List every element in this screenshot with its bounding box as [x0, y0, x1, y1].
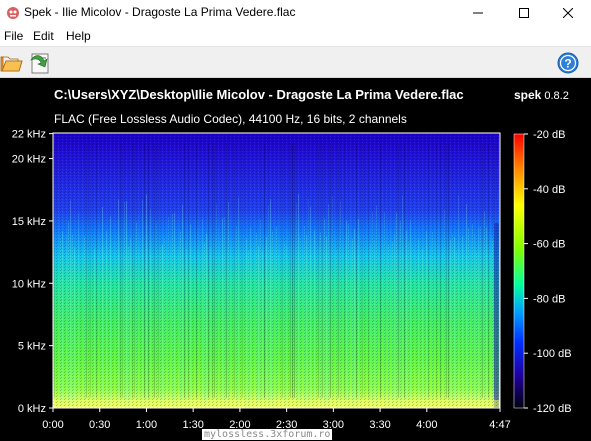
colorbar-tick-label: -100 dB: [533, 348, 572, 360]
colorbar-tick-label: -20 dB: [533, 129, 565, 141]
spectrogram-view[interactable]: 22 kHz 20 kHz 15 kHz 10 kHz 5 kHz 0 kHz 0:00 0…: [0, 0, 591, 441]
time-tick-label: 4:00: [416, 419, 437, 431]
freq-tick-label: 0 kHz: [18, 403, 46, 415]
watermark-text: mylossless.3xforum.ro: [202, 429, 333, 440]
time-axis: 0:00 0:30 1:00 1:30 2:00 2:30 3:00 3:30 4:00 4:47: [42, 408, 511, 431]
frequency-axis: 22 kHz 20 kHz 15 kHz 10 kHz 5 kHz 0 kHz: [12, 129, 53, 415]
colorbar-axis: -20 dB -40 dB -60 dB -80 dB -100 dB -120 dB: [524, 129, 572, 415]
colorbar-tick-label: -40 dB: [533, 184, 565, 196]
time-tick-label: 3:30: [369, 419, 390, 431]
time-tick-label: 4:47: [489, 419, 510, 431]
time-tick-label: 1:00: [136, 419, 157, 431]
colorbar: [513, 133, 525, 409]
time-tick-label: 0:00: [42, 419, 63, 431]
spectrogram-noise: [53, 133, 500, 408]
freq-tick-label: 22 kHz: [12, 129, 46, 141]
time-tick-label: 0:30: [89, 419, 110, 431]
spek-window: Spek - Ilie Micolov - Dragoste La Prima …: [0, 0, 591, 441]
freq-tick-label: 5 kHz: [18, 341, 46, 353]
freq-tick-label: 20 kHz: [12, 154, 46, 166]
colorbar-tick-label: -80 dB: [533, 293, 565, 305]
spectrogram-plot: [53, 133, 500, 408]
colorbar-tick-label: -120 dB: [533, 403, 572, 415]
freq-tick-label: 15 kHz: [12, 216, 46, 228]
time-tick-label: 1:30: [182, 419, 203, 431]
colorbar-tick-label: -60 dB: [533, 239, 565, 251]
freq-tick-label: 10 kHz: [12, 278, 46, 290]
